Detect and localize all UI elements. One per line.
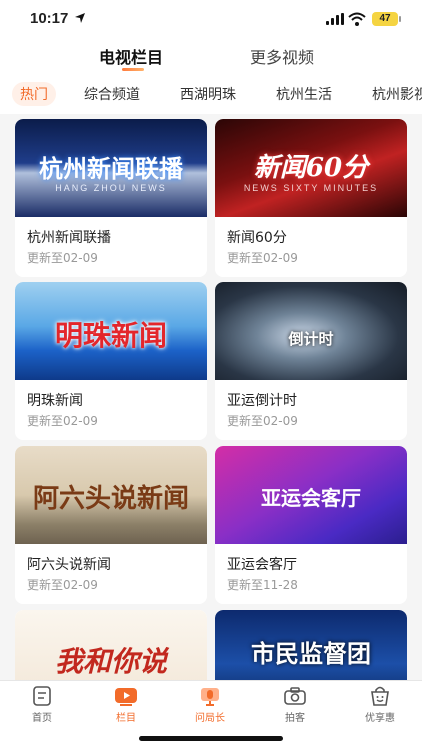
nav-deals[interactable]: 优享惠	[350, 685, 410, 724]
home-indicator[interactable]	[139, 736, 283, 741]
thumbnail-text: 倒计时	[288, 330, 334, 348]
nav-label: 优享惠	[365, 713, 395, 724]
thumbnail-text: 阿六头说新闻	[32, 484, 189, 514]
program-card[interactable]: 亚运会客厅 亚运会客厅 更新至11-28	[215, 446, 407, 604]
program-card[interactable]: 明珠新闻 明珠新闻 更新至02-09	[15, 282, 207, 440]
microphone-icon	[201, 688, 219, 706]
program-updated: 更新至02-09	[227, 251, 298, 265]
tab-tv-programs[interactable]: 电视栏目	[99, 44, 163, 68]
thumbnail-subtext: HANG ZHOU NEWS	[55, 183, 167, 193]
program-updated: 更新至02-09	[227, 414, 298, 428]
nav-label: 首页	[32, 713, 52, 724]
program-thumbnail: 市民监督团	[215, 610, 407, 680]
active-tab-indicator	[122, 68, 144, 71]
nav-label: 问局长	[195, 713, 225, 724]
location-arrow-icon	[75, 13, 85, 23]
nav-home[interactable]: 首页	[12, 685, 72, 724]
status-time: 10:17	[30, 10, 69, 27]
program-thumbnail: 我和你说	[15, 610, 207, 680]
thumbnail-text: 市民监督团	[251, 639, 371, 668]
nav-label: 拍客	[285, 713, 305, 724]
camera-icon	[284, 687, 306, 705]
program-title: 亚运会客厅	[227, 557, 297, 573]
program-thumbnail: 新闻60分 NEWS SIXTY MINUTES	[215, 119, 407, 217]
program-thumbnail: 明珠新闻	[15, 282, 207, 380]
nav-photographer[interactable]: 拍客	[265, 685, 325, 724]
program-title: 新闻60分	[227, 230, 287, 246]
tv-play-icon	[115, 688, 137, 706]
thumbnail-subtext: NEWS SIXTY MINUTES	[243, 183, 379, 193]
program-card[interactable]: 杭州新闻联播 HANG ZHOU NEWS 杭州新闻联播 更新至02-09	[15, 119, 207, 277]
thumbnail-text: 亚运会客厅	[261, 486, 361, 510]
shopping-bag-icon	[371, 686, 389, 706]
category-hangzhou-life[interactable]: 杭州生活	[276, 84, 332, 104]
nav-programs[interactable]: 栏目	[96, 685, 156, 724]
program-title: 亚运倒计时	[227, 393, 297, 409]
header-tabs: 电视栏目 更多视频	[0, 40, 422, 76]
program-card[interactable]: 倒计时 亚运倒计时 更新至02-09	[215, 282, 407, 440]
home-doc-icon	[33, 686, 51, 706]
thumbnail-text: 新闻60分	[253, 153, 369, 183]
program-updated: 更新至02-09	[27, 414, 98, 428]
program-card[interactable]: 我和你说	[15, 610, 207, 680]
battery-icon: 47	[372, 12, 398, 26]
program-title: 阿六头说新闻	[27, 557, 111, 573]
category-hangzhou-film[interactable]: 杭州影视	[372, 84, 422, 104]
program-card[interactable]: 新闻60分 NEWS SIXTY MINUTES 新闻60分 更新至02-09	[215, 119, 407, 277]
program-updated: 更新至11-28	[227, 578, 298, 592]
category-west-lake-pearl[interactable]: 西湖明珠	[180, 84, 236, 104]
program-title: 杭州新闻联播	[27, 230, 111, 246]
program-title: 明珠新闻	[27, 393, 83, 409]
program-updated: 更新至02-09	[27, 578, 98, 592]
nav-label: 栏目	[116, 713, 136, 724]
thumbnail-text: 杭州新闻联播	[39, 154, 183, 183]
nav-ask-director[interactable]: 问局长	[180, 685, 240, 724]
program-grid: 杭州新闻联播 HANG ZHOU NEWS 杭州新闻联播 更新至02-09 新闻…	[0, 114, 422, 680]
program-thumbnail: 亚运会客厅	[215, 446, 407, 544]
category-bar: 热门 综合频道 西湖明珠 杭州生活 杭州影视	[0, 76, 422, 114]
thumbnail-text: 明珠新闻	[54, 319, 167, 352]
status-bar: 10:17 47	[0, 0, 422, 40]
tab-more-videos[interactable]: 更多视频	[250, 44, 314, 68]
program-updated: 更新至02-09	[27, 251, 98, 265]
cellular-signal-icon	[326, 13, 344, 25]
program-card[interactable]: 市民监督团	[215, 610, 407, 680]
wifi-icon	[348, 12, 366, 26]
category-hot[interactable]: 热门	[12, 82, 56, 106]
category-general-channel[interactable]: 综合频道	[84, 84, 140, 104]
program-thumbnail: 倒计时	[215, 282, 407, 380]
program-card[interactable]: 阿六头说新闻 阿六头说新闻 更新至02-09	[15, 446, 207, 604]
program-thumbnail: 杭州新闻联播 HANG ZHOU NEWS	[15, 119, 207, 217]
thumbnail-text: 我和你说	[54, 645, 167, 678]
battery-cap	[399, 16, 401, 22]
program-thumbnail: 阿六头说新闻	[15, 446, 207, 544]
